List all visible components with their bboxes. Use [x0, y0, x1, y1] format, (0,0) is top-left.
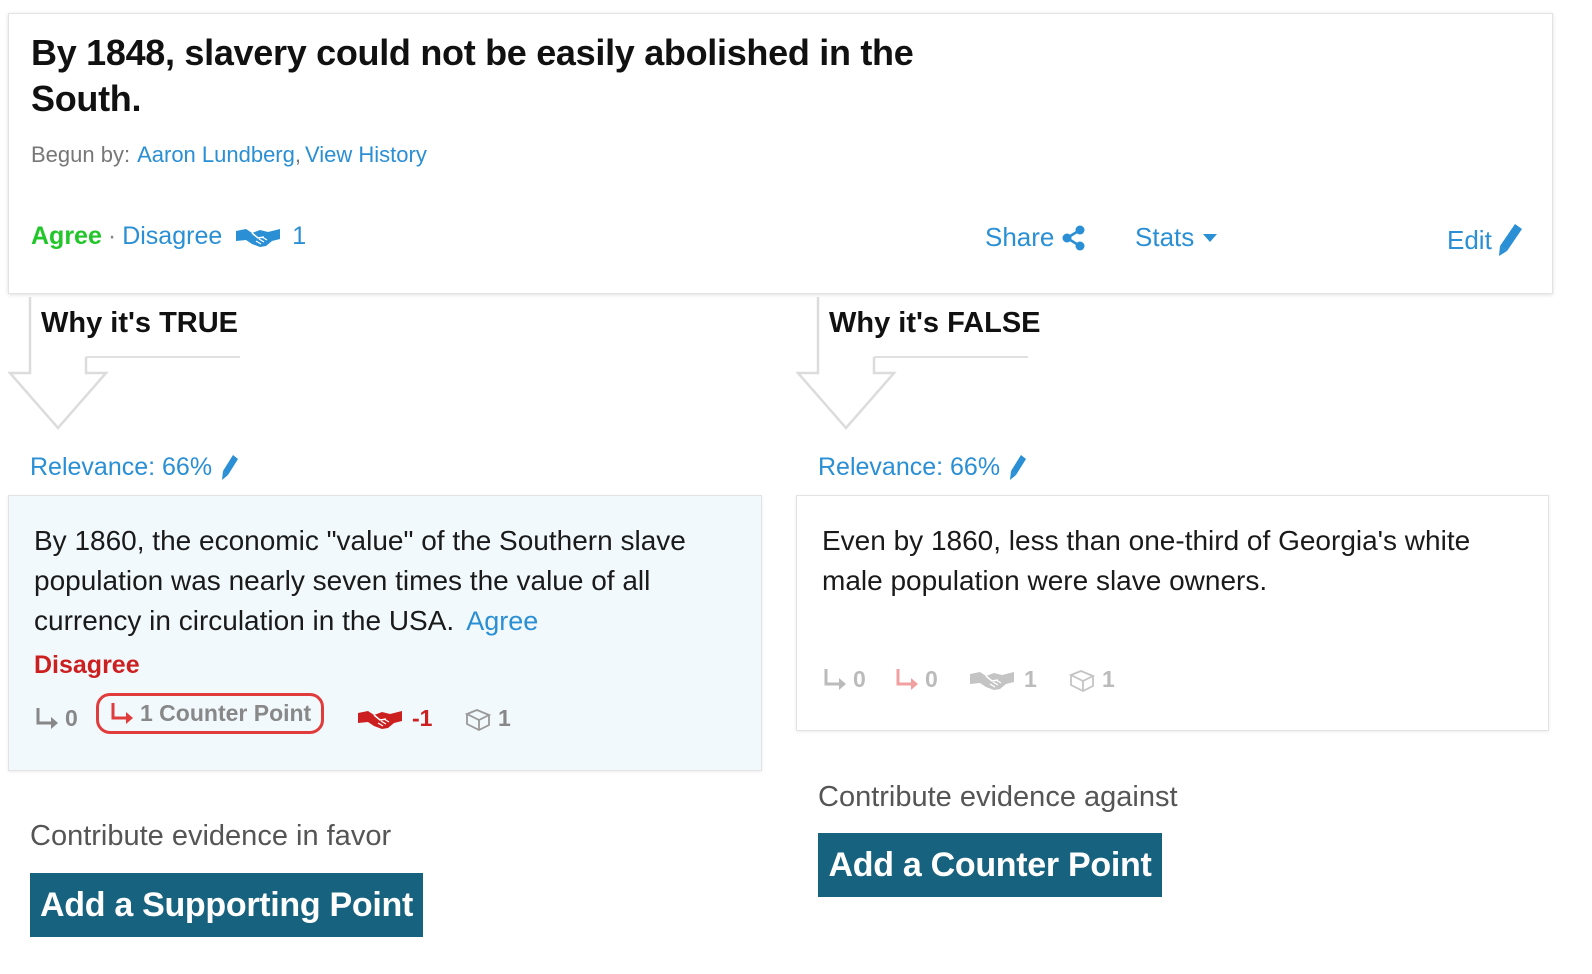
counter-point-link[interactable]: 1 Counter Point [96, 693, 325, 734]
reply-arrow-icon [34, 706, 62, 732]
share-label: Share [985, 222, 1055, 252]
sources-count-value: 1 [498, 705, 511, 731]
counter-card-counter-count[interactable]: 0 [894, 666, 938, 693]
counter-card-vote-value: 1 [1024, 666, 1037, 692]
true-relevance[interactable]: Relevance: 66% [30, 453, 240, 482]
stats-dropdown[interactable]: Stats [1135, 222, 1218, 253]
pencil-icon [220, 454, 240, 482]
false-column-heading: Why it's FALSE [829, 307, 1041, 339]
begun-by-label: Begun by: [31, 142, 131, 167]
vote-score-value: -1 [412, 705, 433, 731]
true-heading-underline [86, 356, 240, 358]
true-relevance-label: Relevance: 66% [30, 453, 213, 481]
supporting-point-agree-button[interactable]: Agree [466, 606, 538, 636]
supporting-point-vote-score[interactable]: -1 [356, 705, 432, 732]
add-supporting-point-button[interactable]: Add a Supporting Point [30, 873, 423, 937]
edit-button[interactable]: Edit [1447, 222, 1525, 258]
pencil-icon [1008, 454, 1028, 482]
stats-label: Stats [1135, 222, 1195, 252]
counter-point-label: 1 Counter Point [140, 700, 312, 726]
counter-card-sources[interactable]: 1 [1068, 666, 1115, 693]
reply-arrow-icon [109, 701, 137, 727]
claim-title: By 1848, slavery could not be easily abo… [31, 32, 914, 119]
claim-vote-count: 1 [292, 222, 307, 250]
author-link[interactable]: Aaron Lundberg [137, 142, 295, 168]
handshake-icon [968, 668, 1016, 692]
counter-card-sources-value: 1 [1102, 666, 1115, 692]
share-button[interactable]: Share [985, 222, 1087, 253]
supporting-point-disagree-button[interactable]: Disagree [34, 651, 140, 680]
contribute-favor-label: Contribute evidence in favor [30, 820, 392, 852]
reply-arrow-icon [822, 667, 850, 693]
caret-down-icon [1203, 233, 1218, 243]
supporting-point-text-block: By 1860, the economic "value" of the Sou… [34, 521, 749, 641]
false-relevance-label: Relevance: 66% [818, 453, 1001, 481]
view-history-link[interactable]: View History [305, 142, 427, 168]
claim-agree-button[interactable]: Agree [31, 222, 102, 251]
counter-card-supporting-count[interactable]: 0 [822, 666, 866, 693]
false-relevance[interactable]: Relevance: 66% [818, 453, 1028, 482]
supporting-point-sources[interactable]: 1 [464, 705, 511, 732]
true-column-heading: Why it's TRUE [41, 307, 239, 339]
edit-label: Edit [1447, 224, 1492, 255]
counter-point-text: Even by 1860, less than one-third of Geo… [822, 525, 1471, 596]
book-icon [1068, 667, 1096, 693]
vote-separator: · [107, 222, 117, 250]
counter-card-vote-score[interactable]: 1 [968, 666, 1037, 693]
handshake-icon [234, 225, 282, 249]
pencil-icon [1497, 222, 1525, 258]
supporting-point-text: By 1860, the economic "value" of the Sou… [34, 525, 686, 636]
supporting-count-value: 0 [65, 705, 78, 731]
counter-card-counter-value: 0 [925, 666, 938, 692]
handshake-icon [356, 707, 404, 731]
share-icon [1061, 225, 1087, 251]
add-counter-point-button[interactable]: Add a Counter Point [818, 833, 1162, 897]
reply-arrow-icon [894, 667, 922, 693]
counter-card-supporting-value: 0 [853, 666, 866, 692]
claim-vote-bar: Agree · Disagree 1 [31, 222, 306, 251]
book-icon [464, 706, 492, 732]
contribute-against-label: Contribute evidence against [818, 781, 1178, 813]
author-separator: , [294, 142, 301, 167]
supporting-count[interactable]: 0 [34, 705, 78, 732]
claim-disagree-button[interactable]: Disagree [122, 222, 222, 251]
begun-by: Begun by: Aaron Lundberg , View History [31, 142, 427, 168]
false-heading-underline [874, 356, 1028, 358]
